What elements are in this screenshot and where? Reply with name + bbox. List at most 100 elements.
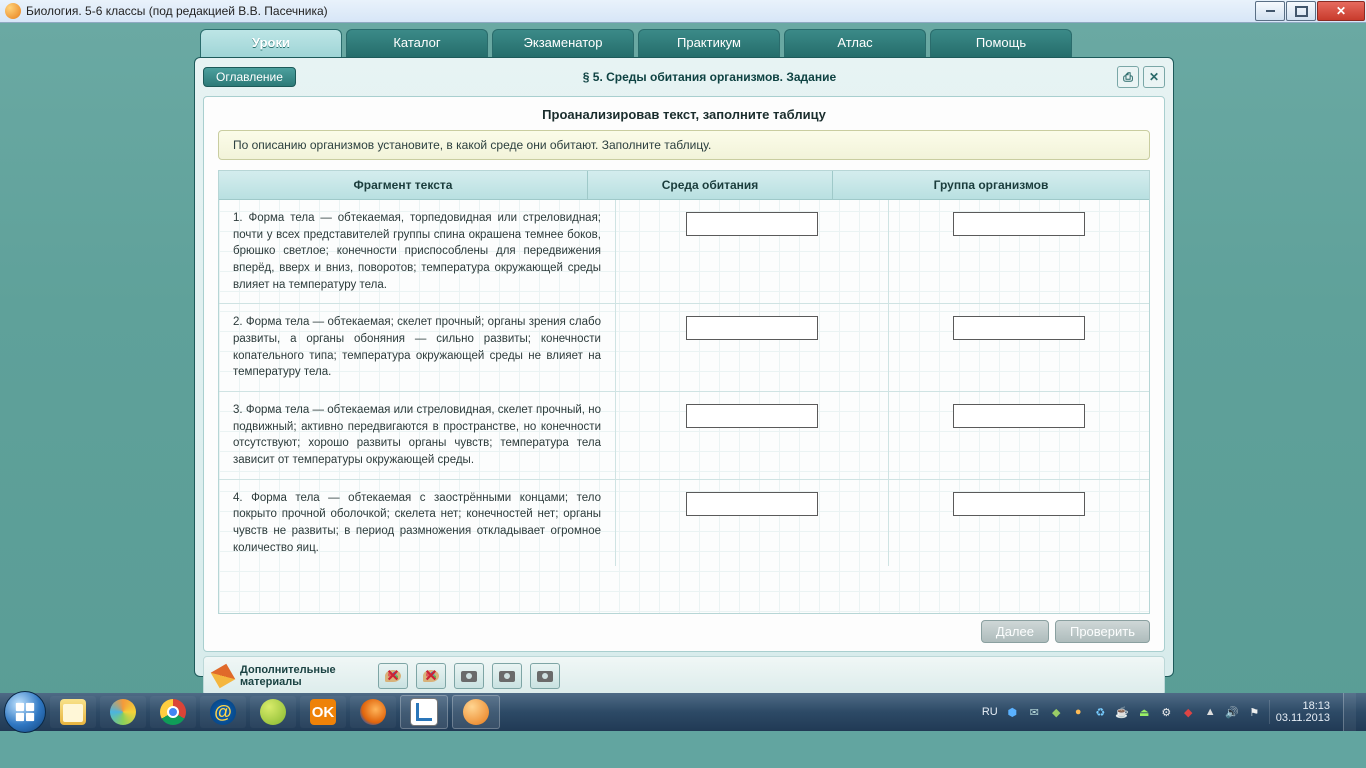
tray-clock[interactable]: 18:13 03.11.2013 [1269,700,1336,724]
taskbar-mediaplayer[interactable] [100,696,146,728]
show-desktop-button[interactable] [1343,693,1356,731]
sub-header: Оглавление § 5. Среды обитания организмо… [203,64,1165,90]
window-close-button[interactable]: ✕ [1317,1,1365,21]
window-maximize-button[interactable] [1286,1,1316,21]
fragment-cell: 2. Форма тела — обтекаемая; скелет прочн… [219,304,616,391]
windows-logo-icon [14,701,36,723]
check-button[interactable]: Проверить [1055,620,1150,643]
tab-help[interactable]: Помощь [930,29,1072,57]
habitat-input-3[interactable] [686,404,818,428]
col-header-text: Фрагмент текста [219,171,588,199]
table-row: 1. Форма тела — обтекаемая, торпедовидна… [219,200,1149,304]
tab-examiner[interactable]: Экзаменатор [492,29,634,57]
close-panel-button[interactable]: ✕ [1143,66,1165,88]
mailru-icon: @ [210,699,236,725]
habitat-input-2[interactable] [686,316,818,340]
document-icon [410,698,438,726]
window-titlebar: Биология. 5-6 классы (под редакцией В.В.… [0,0,1366,23]
table-header: Фрагмент текста Среда обитания Группа ор… [219,171,1149,200]
tray-msg-icon[interactable]: ✉ [1027,705,1042,720]
taskbar-biology-app[interactable] [452,695,500,729]
tray-update-icon[interactable]: ♻ [1093,705,1108,720]
answer-table: Фрагмент текста Среда обитания Группа ор… [218,170,1150,614]
tab-atlas[interactable]: Атлас [784,29,926,57]
tab-lessons[interactable]: Уроки [200,29,342,57]
material-camera-2[interactable] [492,663,522,689]
material-palette-2[interactable]: ✕ [416,663,446,689]
group-input-4[interactable] [953,492,1085,516]
fragment-cell: 4. Форма тела — обтекаемая с заострённым… [219,480,616,567]
tray-av-icon[interactable]: ◆ [1181,705,1196,720]
taskbar-browser2[interactable] [250,696,296,728]
tray-app-icon[interactable]: ● [1071,705,1086,720]
globe-icon [260,699,286,725]
explorer-icon [60,699,86,725]
habitat-cell [616,304,889,391]
app-icon [5,3,21,19]
habitat-input-4[interactable] [686,492,818,516]
material-camera-3[interactable] [530,663,560,689]
system-tray: RU ⬢ ✉ ◆ ● ♻ ☕ ⏏ ⚙ ◆ ▲ 🔊 ⚑ 18:13 03.11.2… [982,693,1362,731]
group-input-2[interactable] [953,316,1085,340]
tray-up-icon[interactable]: ▲ [1203,705,1218,720]
tray-language[interactable]: RU [982,706,998,718]
window-minimize-button[interactable] [1255,1,1285,21]
task-title: Проанализировав текст, заполните таблицу [218,107,1150,122]
task-card: Проанализировав текст, заполните таблицу… [203,96,1165,652]
habitat-cell [616,392,889,479]
next-button[interactable]: Далее [981,620,1049,643]
tray-java-icon[interactable]: ☕ [1115,705,1130,720]
tray-network-icon[interactable]: ⚙ [1159,705,1174,720]
tray-volume-icon[interactable]: 🔊 [1225,705,1240,720]
habitat-cell [616,480,889,567]
material-camera-1[interactable] [454,663,484,689]
toc-button[interactable]: Оглавление [203,67,296,87]
tray-shield-icon[interactable]: ◆ [1049,705,1064,720]
taskbar-odnoklassniki[interactable]: OK [300,696,346,728]
taskbar-explorer[interactable] [50,696,96,728]
tab-catalog[interactable]: Каталог [346,29,488,57]
fragment-cell: 3. Форма тела — обтекаемая или стреловид… [219,392,616,479]
pencil-icon [211,664,236,689]
sphere-icon [463,699,489,725]
habitat-cell [616,200,889,303]
chrome-icon [160,699,186,725]
group-cell [889,304,1149,391]
habitat-input-1[interactable] [686,212,818,236]
materials-label: Дополнительные материалы [240,664,370,688]
window-title: Биология. 5-6 классы (под редакцией В.В.… [26,4,1255,18]
tray-date: 03.11.2013 [1276,712,1330,724]
materials-bar: Дополнительные материалы ✕ ✕ [203,656,1165,696]
tab-practicum[interactable]: Практикум [638,29,780,57]
app-body: Оглавление § 5. Среды обитания организмо… [194,57,1174,677]
print-button[interactable]: ⎙ [1117,66,1139,88]
table-row: 3. Форма тела — обтекаемая или стреловид… [219,392,1149,480]
taskbar-chrome[interactable] [150,696,196,728]
tray-flag-icon[interactable]: ⚑ [1247,705,1262,720]
task-hint: По описанию организмов установите, в как… [218,130,1150,160]
group-input-1[interactable] [953,212,1085,236]
tray-time: 18:13 [1276,700,1330,712]
fragment-cell: 1. Форма тела — обтекаемая, торпедовидна… [219,200,616,303]
desktop: Уроки Каталог Экзаменатор Практикум Атла… [0,23,1366,731]
start-button[interactable] [4,691,46,733]
tray-bluetooth-icon[interactable]: ⬢ [1005,705,1020,720]
group-cell [889,200,1149,303]
col-header-group: Группа организмов [833,171,1149,199]
taskbar-firefox[interactable] [350,696,396,728]
tray-eject-icon[interactable]: ⏏ [1137,705,1152,720]
group-input-3[interactable] [953,404,1085,428]
ok-icon: OK [310,699,336,725]
table-row: 2. Форма тела — обтекаемая; скелет прочн… [219,304,1149,392]
taskbar-libreoffice[interactable] [400,695,448,729]
action-buttons: Далее Проверить [218,620,1150,643]
taskbar-mailru[interactable]: @ [200,696,246,728]
col-header-habitat: Среда обитания [588,171,833,199]
app-window: Уроки Каталог Экзаменатор Практикум Атла… [194,29,1174,723]
material-palette-1[interactable]: ✕ [378,663,408,689]
table-row: 4. Форма тела — обтекаемая с заострённым… [219,480,1149,567]
main-tabs: Уроки Каталог Экзаменатор Практикум Атла… [194,29,1174,57]
section-title: § 5. Среды обитания организмов. Задание [306,70,1113,84]
firefox-icon [360,699,386,725]
taskbar: @ OK RU ⬢ ✉ ◆ ● ♻ ☕ ⏏ ⚙ ◆ ▲ 🔊 ⚑ 18:13 03… [0,693,1366,731]
